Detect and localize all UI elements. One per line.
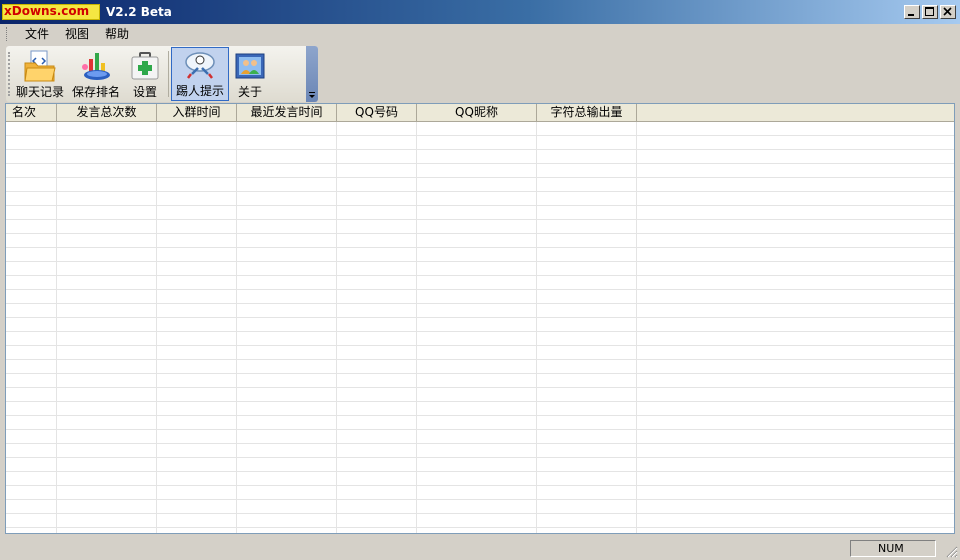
column-header-message-count[interactable]: 发言总次数 xyxy=(57,104,157,122)
column-header-char-output[interactable]: 字符总输出量 xyxy=(537,104,637,122)
column-header-last-message-time[interactable]: 最近发言时间 xyxy=(237,104,337,122)
column-header-qq-nickname[interactable]: QQ昵称 xyxy=(417,104,537,122)
toolbar: 聊天记录 保存排名 设置 踢人提示 关于 xyxy=(6,46,318,102)
chat-log-button[interactable]: 聊天记录 xyxy=(12,47,68,101)
kick-alert-icon xyxy=(185,52,215,79)
column-divider xyxy=(636,122,637,533)
about-people-icon xyxy=(235,53,265,79)
status-bar: NUM xyxy=(0,536,960,560)
save-ranking-icon xyxy=(82,53,111,80)
menu-grip[interactable] xyxy=(6,27,9,41)
minimize-button[interactable] xyxy=(904,5,920,19)
window-controls xyxy=(904,5,956,19)
column-divider xyxy=(236,122,237,533)
about-button[interactable]: 关于 xyxy=(229,47,271,101)
save-ranking-button[interactable]: 保存排名 xyxy=(68,47,124,101)
chat-log-label: 聊天记录 xyxy=(16,85,65,99)
minimize-icon xyxy=(908,14,914,16)
num-lock-indicator: NUM xyxy=(850,540,936,557)
chevron-down-icon xyxy=(309,92,315,98)
kick-alert-button[interactable]: 踢人提示 xyxy=(171,47,230,101)
title-bar: xDowns.com V2.2 Beta xyxy=(0,0,960,24)
column-divider xyxy=(336,122,337,533)
menu-file[interactable]: 文件 xyxy=(17,25,57,43)
menu-help[interactable]: 帮助 xyxy=(97,25,137,43)
column-divider xyxy=(156,122,157,533)
column-header-join-time[interactable]: 入群时间 xyxy=(157,104,237,122)
column-header-filler xyxy=(637,104,954,122)
column-header-qq-number[interactable]: QQ号码 xyxy=(337,104,417,122)
close-button[interactable] xyxy=(940,5,956,19)
toolbar-grip[interactable] xyxy=(8,52,11,96)
toolbar-overflow-button[interactable] xyxy=(306,46,318,102)
about-label: 关于 xyxy=(238,85,263,99)
column-divider xyxy=(536,122,537,533)
menu-bar: 文件 视图 帮助 xyxy=(0,24,960,44)
column-divider xyxy=(56,122,57,533)
resize-grip-icon[interactable] xyxy=(946,546,958,558)
menu-view[interactable]: 视图 xyxy=(57,25,97,43)
save-ranking-label: 保存排名 xyxy=(72,85,121,99)
column-divider xyxy=(416,122,417,533)
app-logo-text: xDowns.com xyxy=(4,4,90,18)
settings-label: 设置 xyxy=(133,85,158,99)
kick-alert-label: 踢人提示 xyxy=(176,84,225,98)
window-title: V2.2 Beta xyxy=(106,5,172,19)
table-header: 名次 发言总次数 入群时间 最近发言时间 QQ号码 QQ昵称 字符总输出量 xyxy=(6,104,954,122)
table-row-lines xyxy=(6,122,954,533)
settings-medkit-icon xyxy=(131,52,159,80)
ranking-table[interactable]: 名次 发言总次数 入群时间 最近发言时间 QQ号码 QQ昵称 字符总输出量 xyxy=(5,103,955,534)
toolbar-separator xyxy=(168,51,170,97)
maximize-icon xyxy=(925,7,934,16)
maximize-button[interactable] xyxy=(922,5,938,19)
chat-log-folder-icon xyxy=(24,50,56,82)
settings-button[interactable]: 设置 xyxy=(124,47,166,101)
table-body[interactable] xyxy=(6,122,954,533)
column-header-rank[interactable]: 名次 xyxy=(6,104,57,122)
close-icon xyxy=(943,7,952,16)
